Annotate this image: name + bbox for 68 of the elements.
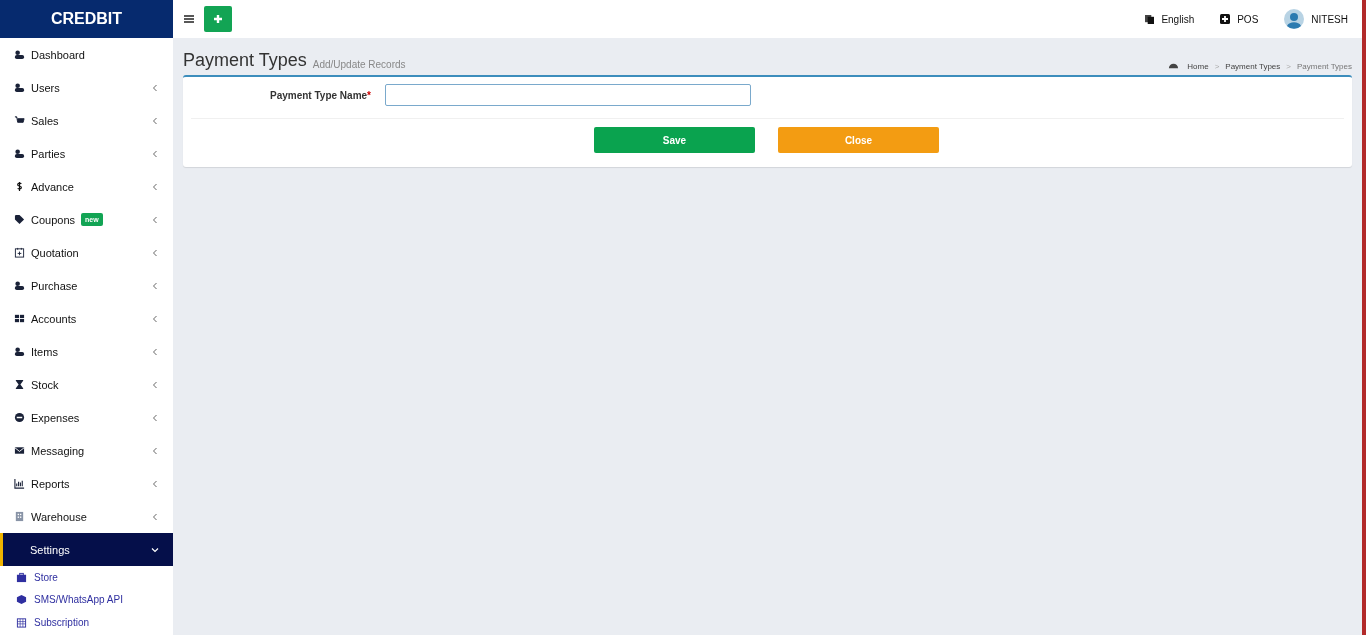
sidebar-label: Users — [31, 81, 60, 94]
sidebar-label: Items — [31, 345, 58, 358]
sidebar-item[interactable]: Expenses — [0, 401, 173, 434]
sidebar-label: Advance — [31, 180, 74, 193]
language-icon — [1145, 14, 1155, 24]
page-title: Payment Types — [183, 50, 307, 71]
sidebar-label: Reports — [31, 477, 70, 490]
grid-icon — [14, 313, 25, 324]
plus-icon — [213, 14, 223, 24]
breadcrumb-separator: > — [1286, 62, 1291, 71]
briefcase-icon — [16, 571, 27, 583]
pos-link[interactable]: POS — [1220, 13, 1259, 25]
breadcrumb-link[interactable]: Payment Types — [1297, 62, 1352, 71]
tag-icon — [14, 214, 25, 225]
sidebar-item[interactable]: Users — [0, 71, 173, 104]
language-link[interactable]: English — [1145, 13, 1195, 25]
breadcrumb-link[interactable]: Payment Types — [1225, 62, 1281, 71]
envelope-icon — [14, 445, 25, 456]
sidebar-item[interactable]: Stock — [0, 368, 173, 401]
submenu-item[interactable]: Store — [0, 566, 173, 589]
sidebar-item[interactable]: Advance — [0, 170, 173, 203]
sidebar-label: Expenses — [31, 411, 80, 424]
sidebar-label: Sales — [31, 114, 59, 127]
sidebar-label: Warehouse — [31, 510, 87, 523]
calendar-icon — [14, 247, 25, 258]
menu-icon[interactable] — [184, 14, 194, 24]
breadcrumb-separator: > — [1214, 62, 1220, 71]
submenu-label: Store — [34, 571, 58, 583]
dollar-icon — [14, 181, 25, 192]
sidebar-label: Purchase — [31, 279, 78, 292]
sidebar-label: Dashboard — [31, 48, 85, 61]
breadcrumb-link[interactable]: Home — [1187, 62, 1209, 71]
payment-type-name-input[interactable] — [385, 84, 751, 106]
sidebar-item[interactable]: Purchase — [0, 269, 173, 302]
sidebar-item[interactable]: Sales — [0, 104, 173, 137]
sidebar-item[interactable]: Reports — [0, 467, 173, 500]
sidebar-label: Messaging — [31, 444, 85, 457]
submenu-label: SMS/WhatsApp API — [34, 594, 123, 606]
submenu-item[interactable]: SMS/WhatsApp API — [0, 588, 173, 611]
sidebar-label: Quotation — [31, 246, 79, 259]
sidebar-label: Coupons — [31, 213, 76, 226]
submenu-label: Subscription — [34, 616, 90, 628]
sidebar-label: Parties — [31, 147, 66, 160]
minus-circle-icon — [14, 412, 25, 423]
user-menu[interactable]: NITESH — [1284, 9, 1348, 29]
sidebar-item[interactable]: Quotation — [0, 236, 173, 269]
sidebar-label: Accounts — [31, 312, 77, 325]
building-icon — [14, 511, 25, 522]
sidebar-item[interactable]: Parties — [0, 137, 173, 170]
sidebar-item[interactable]: Messaging — [0, 434, 173, 467]
field-label: Payment Type Name* — [269, 89, 371, 101]
cart-icon — [14, 115, 25, 126]
sidebar-item[interactable]: Items — [0, 335, 173, 368]
sidebar-item[interactable]: Dashboard — [0, 38, 173, 71]
submenu-item[interactable]: Subscription — [0, 611, 173, 634]
plus-square-icon — [1220, 14, 1231, 24]
sidebar-item[interactable]: Settings — [0, 533, 173, 566]
sidebar-label: Stock — [31, 378, 59, 391]
page-subtitle: Add/Update Records — [312, 59, 406, 71]
brand-logo[interactable]: CREDBIT — [0, 0, 173, 38]
add-button[interactable] — [204, 6, 232, 32]
bar-chart-icon — [14, 478, 25, 489]
sidebar-item[interactable]: Accounts — [0, 302, 173, 335]
sidebar-item[interactable]: Warehouse — [0, 500, 173, 533]
calendar-icon — [16, 616, 27, 628]
sidebar-label: Settings — [30, 543, 70, 556]
avatar-icon — [1284, 9, 1305, 29]
hourglass-icon — [14, 379, 25, 390]
